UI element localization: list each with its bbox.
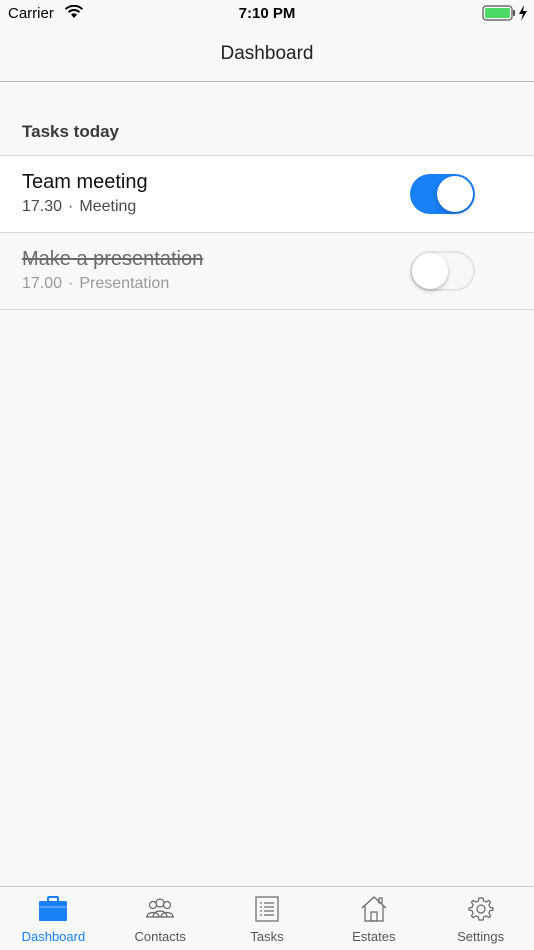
task-toggle[interactable] — [410, 251, 475, 291]
task-list: Team meeting 17.30 · Meeting Make a presen… — [0, 155, 534, 310]
tab-label: Dashboard — [21, 929, 86, 944]
task-meta: 17.00 · Presentation — [22, 275, 169, 293]
task-row[interactable]: Team meeting 17.30 · Meeting — [0, 156, 534, 233]
meta-separator: · — [68, 198, 74, 215]
people-icon — [145, 895, 175, 928]
tab-contacts[interactable]: Contacts — [107, 887, 214, 950]
task-title: Team meeting — [22, 171, 148, 193]
page-title: Dashboard — [220, 43, 314, 64]
clock: 7:10 PM — [238, 5, 296, 22]
gear-icon — [466, 895, 496, 928]
task-meta: 17.30 · Meeting — [22, 198, 136, 216]
tab-label: Estates — [352, 929, 396, 944]
house-icon — [359, 895, 389, 928]
task-category: Meeting — [79, 198, 137, 215]
tab-label: Settings — [457, 929, 505, 944]
navigation-bar: Dashboard — [0, 28, 534, 82]
charging-icon — [518, 5, 528, 26]
tab-bar: Dashboard Contacts Tasks Estates Setting… — [0, 886, 534, 950]
tab-tasks[interactable]: Tasks — [214, 887, 321, 950]
status-bar: Carrier 7:10 PM — [0, 0, 534, 28]
section-title: Tasks today — [22, 122, 120, 141]
tab-estates[interactable]: Estates — [320, 887, 427, 950]
task-time: 17.30 — [22, 198, 63, 215]
tab-label: Tasks — [250, 929, 284, 944]
list-icon — [252, 895, 282, 928]
meta-separator: · — [68, 275, 74, 292]
tab-label: Contacts — [134, 929, 186, 944]
task-row[interactable]: Make a presentation 17.00 · Presentation — [0, 233, 534, 310]
briefcase-icon — [38, 895, 68, 928]
task-category: Presentation — [79, 275, 170, 292]
tab-dashboard[interactable]: Dashboard — [0, 887, 107, 950]
task-time: 17.00 — [22, 275, 63, 292]
battery-icon — [482, 5, 516, 26]
tab-settings[interactable]: Settings — [427, 887, 534, 950]
toggle-knob — [412, 253, 448, 289]
toggle-knob — [437, 176, 473, 212]
task-title: Make a presentation — [22, 248, 204, 270]
task-toggle[interactable] — [410, 174, 475, 214]
